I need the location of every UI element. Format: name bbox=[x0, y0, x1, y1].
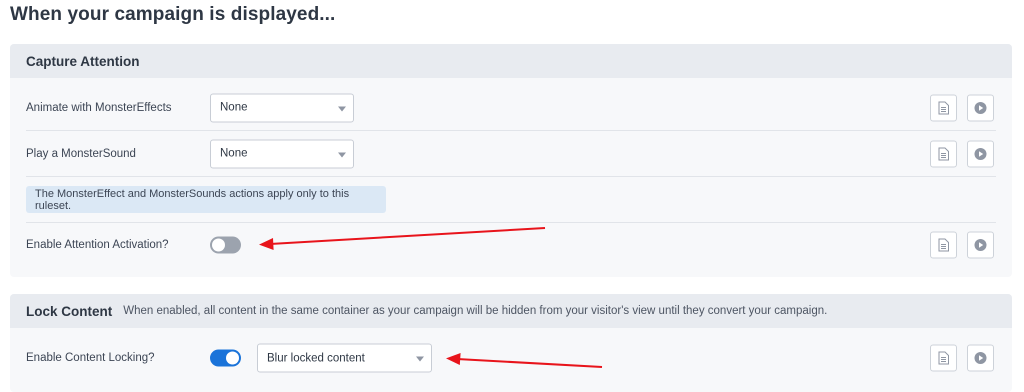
content-locking-docs-button[interactable] bbox=[930, 344, 957, 372]
document-icon bbox=[938, 238, 949, 252]
monstersound-select[interactable]: None bbox=[210, 139, 354, 168]
attention-activation-label: Enable Attention Activation? bbox=[26, 239, 169, 251]
attention-activation-toggle[interactable] bbox=[210, 236, 241, 254]
capture-attention-header: Capture Attention bbox=[10, 44, 1012, 78]
document-icon bbox=[938, 147, 949, 160]
capture-attention-title: Capture Attention bbox=[26, 53, 140, 69]
lock-content-title: Lock Content bbox=[26, 303, 113, 319]
monstereffects-label: Animate with MonsterEffects bbox=[26, 101, 172, 114]
monstersound-docs-button[interactable] bbox=[930, 140, 957, 167]
lock-mode-value: Blur locked content bbox=[267, 352, 365, 364]
document-icon bbox=[938, 101, 949, 114]
play-icon bbox=[974, 239, 987, 251]
monstereffects-docs-button[interactable] bbox=[930, 94, 957, 121]
monstersound-row: Play a MonsterSound None bbox=[26, 131, 996, 177]
play-icon bbox=[974, 147, 987, 160]
lock-content-panel: Lock Content When enabled, all content i… bbox=[10, 294, 1012, 392]
monstereffects-value: None bbox=[220, 101, 248, 114]
page-title: When your campaign is displayed... bbox=[10, 4, 336, 25]
monstereffects-select[interactable]: None bbox=[210, 93, 354, 122]
content-locking-label: Enable Content Locking? bbox=[26, 352, 155, 364]
attention-activation-row: Enable Attention Activation? bbox=[26, 222, 996, 268]
content-locking-toggle[interactable] bbox=[210, 349, 241, 367]
chevron-down-icon bbox=[338, 152, 346, 157]
ruleset-info-notice: The MonsterEffect and MonsterSounds acti… bbox=[26, 186, 386, 213]
monstersound-value: None bbox=[220, 147, 248, 160]
monstersound-label: Play a MonsterSound bbox=[26, 147, 136, 160]
chevron-down-icon bbox=[338, 106, 346, 111]
lock-content-description: When enabled, all content in the same co… bbox=[123, 305, 828, 317]
capture-attention-panel: Capture Attention Animate with MonsterEf… bbox=[10, 44, 1012, 277]
chevron-down-icon bbox=[416, 356, 424, 362]
toggle-knob bbox=[212, 238, 225, 252]
content-locking-preview-button[interactable] bbox=[967, 344, 994, 372]
content-locking-row: Enable Content Locking? Blur locked cont… bbox=[26, 335, 996, 381]
lock-content-header: Lock Content When enabled, all content i… bbox=[10, 294, 1012, 328]
monstersound-preview-button[interactable] bbox=[967, 140, 994, 167]
document-icon bbox=[938, 351, 949, 365]
monstereffects-preview-button[interactable] bbox=[967, 94, 994, 121]
toggle-knob bbox=[226, 351, 239, 365]
attention-activation-preview-button[interactable] bbox=[967, 231, 994, 259]
lock-mode-select[interactable]: Blur locked content bbox=[257, 343, 432, 373]
monstereffects-row: Animate with MonsterEffects None bbox=[26, 85, 996, 131]
play-icon bbox=[974, 101, 987, 114]
attention-activation-docs-button[interactable] bbox=[930, 231, 957, 259]
play-icon bbox=[974, 352, 987, 364]
